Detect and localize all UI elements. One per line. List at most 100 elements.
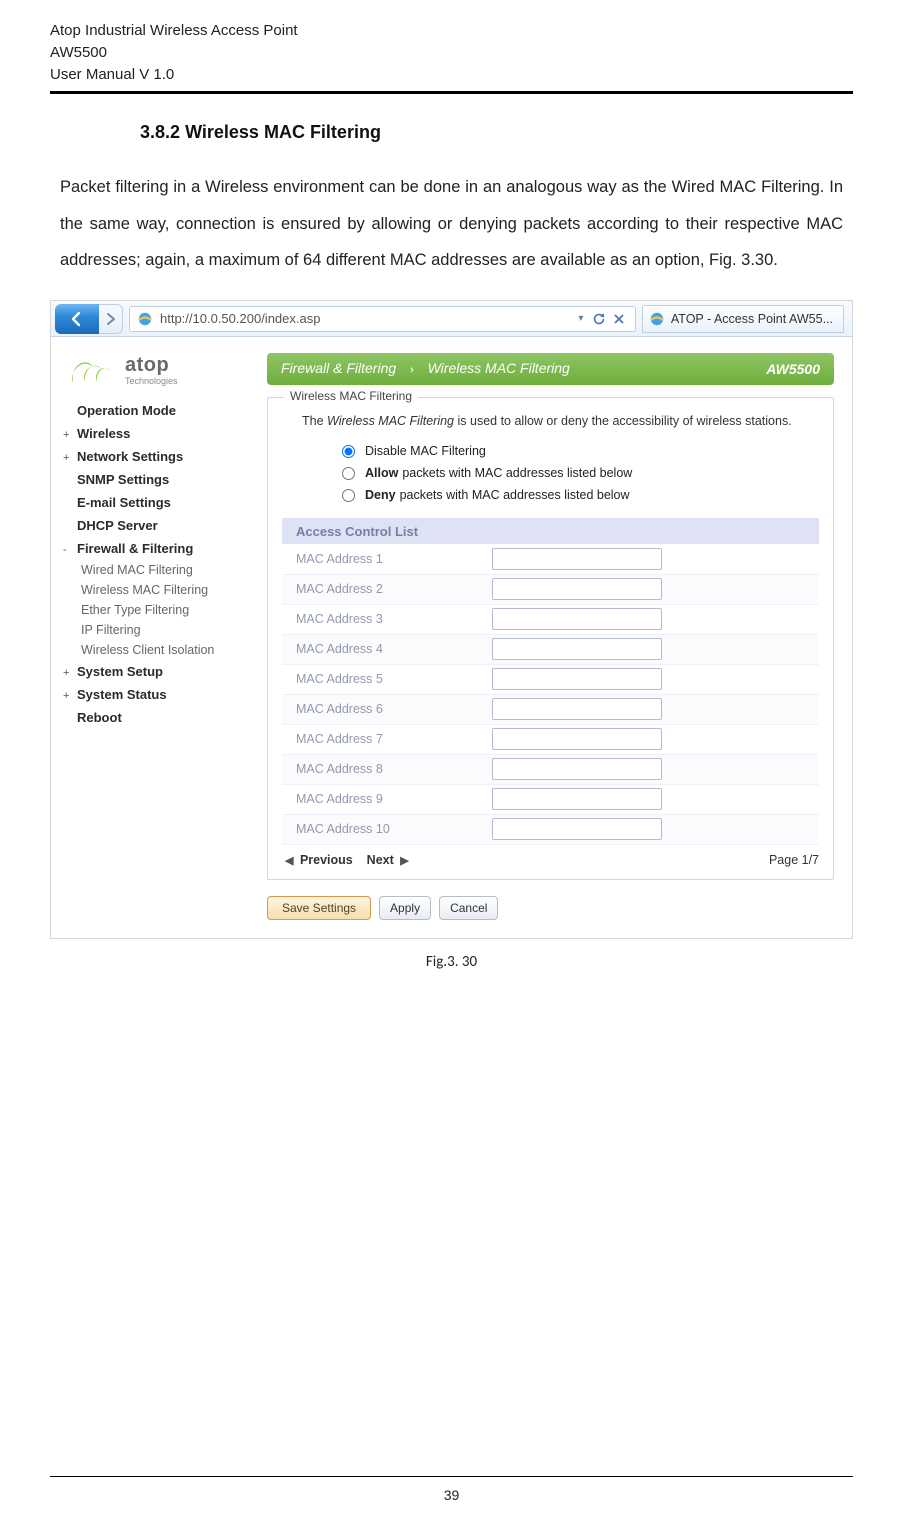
acl-row-label: MAC Address 5 <box>282 664 492 694</box>
cancel-button[interactable]: Cancel <box>439 896 498 920</box>
sidebar-item[interactable]: SNMP Settings <box>63 468 255 491</box>
breadcrumb-root: Firewall & Filtering <box>281 360 396 376</box>
radio-group: Disable MAC FilteringAllowpackets with M… <box>342 440 819 506</box>
radio-bold-label: Deny <box>365 488 396 502</box>
mac-address-input[interactable] <box>492 578 662 600</box>
doc-header-line3: User Manual V 1.0 <box>50 64 853 86</box>
browser-tab[interactable]: ATOP - Access Point AW55... <box>642 305 844 333</box>
button-row: Save Settings Apply Cancel <box>267 896 834 920</box>
apply-button[interactable]: Apply <box>379 896 431 920</box>
page-number: 39 <box>0 1487 903 1503</box>
sidebar-item[interactable]: E-mail Settings <box>63 491 255 514</box>
radio-input[interactable] <box>342 489 355 502</box>
doc-header-line2: AW5500 <box>50 42 853 64</box>
acl-row: MAC Address 2 <box>282 574 819 604</box>
sidebar-item[interactable]: Operation Mode <box>63 399 255 422</box>
acl-row: MAC Address 10 <box>282 814 819 844</box>
sidebar-item[interactable]: Reboot <box>63 706 255 729</box>
footer-divider <box>50 1476 853 1477</box>
sidebar: atop Technologies Operation Mode+Wireles… <box>51 337 261 938</box>
sidebar-item[interactable]: +System Status <box>63 683 255 706</box>
mac-address-input[interactable] <box>492 548 662 570</box>
collapse-icon[interactable]: - <box>63 544 77 556</box>
desc-em: Wireless MAC Filtering <box>327 414 454 428</box>
sidebar-item[interactable]: +System Setup <box>63 660 255 683</box>
acl-row-label: MAC Address 3 <box>282 604 492 634</box>
mac-address-input[interactable] <box>492 788 662 810</box>
radio-bold-label: Allow <box>365 466 398 480</box>
reload-icon[interactable] <box>589 309 609 329</box>
sidebar-submenu: Wired MAC FilteringWireless MAC Filterin… <box>81 560 255 660</box>
mac-address-input[interactable] <box>492 668 662 690</box>
save-settings-button[interactable]: Save Settings <box>267 896 371 920</box>
expand-icon[interactable]: + <box>63 452 77 464</box>
pager-page: Page 1/7 <box>769 853 819 867</box>
sidebar-item-label: Wireless <box>77 426 130 441</box>
sidebar-item[interactable]: -Firewall & Filtering <box>63 537 255 560</box>
acl-row-label: MAC Address 8 <box>282 754 492 784</box>
acl-row-label: MAC Address 9 <box>282 784 492 814</box>
acl-row: MAC Address 1 <box>282 544 819 574</box>
sidebar-item[interactable]: DHCP Server <box>63 514 255 537</box>
filtering-fieldset: Wireless MAC Filtering The Wireless MAC … <box>267 397 834 880</box>
radio-label: Disable MAC Filtering <box>365 444 486 458</box>
nav-back-button[interactable] <box>55 304 99 334</box>
acl-header: Access Control List <box>282 518 819 544</box>
mac-address-input[interactable] <box>492 698 662 720</box>
section-title: Wireless MAC Filtering <box>185 122 381 142</box>
logo-sub: Technologies <box>125 377 178 386</box>
mac-address-input[interactable] <box>492 638 662 660</box>
sidebar-subitem[interactable]: Wired MAC Filtering <box>81 560 255 580</box>
browser-chrome: http://10.0.50.200/index.asp ▾ ATOP <box>51 301 852 337</box>
sidebar-item-label: Reboot <box>77 710 122 725</box>
radio-input[interactable] <box>342 445 355 458</box>
expand-icon[interactable]: + <box>63 667 77 679</box>
nav-forward-button[interactable] <box>99 304 123 334</box>
chevron-down-icon[interactable]: ▾ <box>573 313 589 324</box>
desc-prefix: The <box>302 414 327 428</box>
section-title-bar: Firewall & Filtering › Wireless MAC Filt… <box>267 353 834 385</box>
sidebar-item[interactable]: +Network Settings <box>63 445 255 468</box>
acl-row: MAC Address 7 <box>282 724 819 754</box>
pager-next[interactable]: Next <box>367 853 394 867</box>
mac-address-input[interactable] <box>492 608 662 630</box>
logo-brand: atop <box>125 355 178 375</box>
logo-mark-icon <box>67 351 123 389</box>
pager-next-icon[interactable]: ▶ <box>400 855 408 867</box>
pager-prev[interactable]: Previous <box>300 853 353 867</box>
sidebar-subitem[interactable]: Wireless MAC Filtering <box>81 580 255 600</box>
mac-address-input[interactable] <box>492 728 662 750</box>
radio-input[interactable] <box>342 467 355 480</box>
sidebar-subitem[interactable]: Ether Type Filtering <box>81 600 255 620</box>
sidebar-item-label: DHCP Server <box>77 518 158 533</box>
sidebar-item-label: Operation Mode <box>77 403 176 418</box>
doc-header: Atop Industrial Wireless Access Point AW… <box>0 0 903 85</box>
sidebar-item-label: System Setup <box>77 664 163 679</box>
acl-row: MAC Address 6 <box>282 694 819 724</box>
pager-prev-icon[interactable]: ◀ <box>285 855 293 867</box>
mac-address-input[interactable] <box>492 818 662 840</box>
expand-icon[interactable]: + <box>63 690 77 702</box>
arrow-right-icon <box>104 312 118 326</box>
sidebar-item-label: Firewall & Filtering <box>77 541 193 556</box>
sidebar-subitem[interactable]: Wireless Client Isolation <box>81 640 255 660</box>
sidebar-item[interactable]: +Wireless <box>63 422 255 445</box>
main-column: Firewall & Filtering › Wireless MAC Filt… <box>261 337 852 938</box>
acl-row-label: MAC Address 6 <box>282 694 492 724</box>
address-bar[interactable]: http://10.0.50.200/index.asp ▾ <box>129 306 636 332</box>
acl-row-label: MAC Address 4 <box>282 634 492 664</box>
stop-icon[interactable] <box>609 309 629 329</box>
breadcrumb-separator: › <box>406 362 418 377</box>
sidebar-nav: Operation Mode+Wireless+Network Settings… <box>63 399 255 729</box>
expand-icon[interactable]: + <box>63 429 77 441</box>
acl-row: MAC Address 4 <box>282 634 819 664</box>
sidebar-subitem[interactable]: IP Filtering <box>81 620 255 640</box>
figure-screenshot: http://10.0.50.200/index.asp ▾ ATOP <box>50 300 853 939</box>
mac-address-input[interactable] <box>492 758 662 780</box>
device-label: AW5500 <box>766 361 820 377</box>
sidebar-item-label: SNMP Settings <box>77 472 169 487</box>
acl-row-label: MAC Address 10 <box>282 814 492 844</box>
radio-label: packets with MAC addresses listed below <box>400 488 630 502</box>
arrow-left-icon <box>68 310 86 328</box>
radio-label: packets with MAC addresses listed below <box>402 466 632 480</box>
